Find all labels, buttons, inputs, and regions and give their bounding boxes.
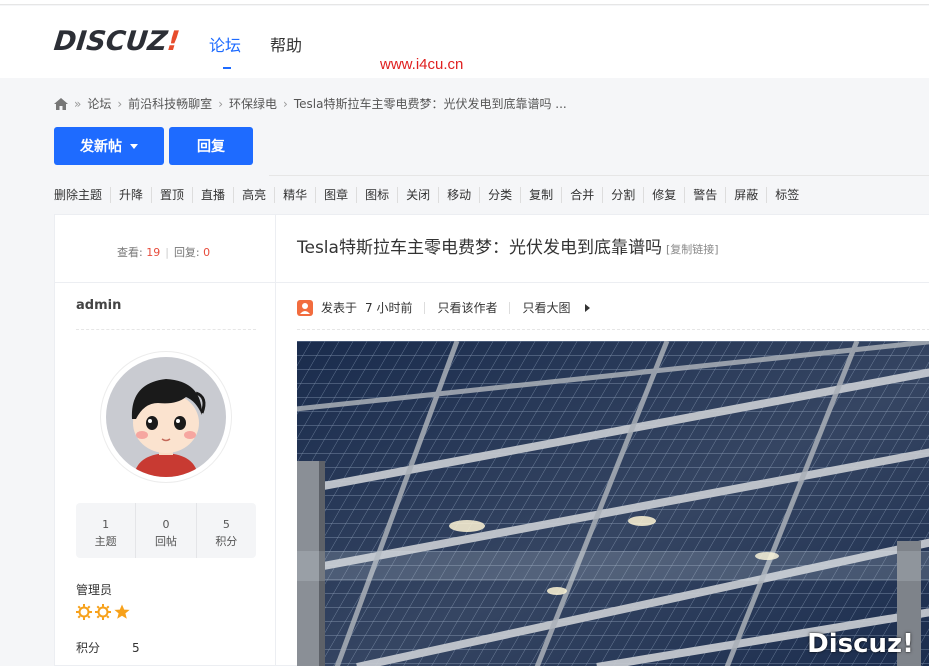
replies-count: 0 <box>203 246 211 259</box>
user-icon <box>297 299 313 316</box>
mod-stamp[interactable]: 图章 <box>315 187 356 203</box>
mod-merge[interactable]: 合并 <box>561 187 602 203</box>
mod-move[interactable]: 移动 <box>438 187 479 203</box>
avatar[interactable] <box>100 351 232 483</box>
logo-mark: ! <box>165 26 182 57</box>
stat-points[interactable]: 5 积分 <box>195 503 256 558</box>
stat-value: 1 <box>102 518 110 531</box>
watermark-url: www.i4cu.cn <box>380 56 464 73</box>
breadcrumb-forum[interactable]: 论坛 <box>87 95 111 112</box>
logo-text: DISCUZ <box>52 26 169 57</box>
breadcrumb-subboard[interactable]: 环保绿电 <box>229 95 277 112</box>
avatar-image <box>106 357 226 477</box>
divider <box>297 329 929 330</box>
meta-separator <box>424 301 426 314</box>
stat-threads[interactable]: 1 主题 <box>76 503 135 558</box>
author-name[interactable]: admin <box>76 298 121 313</box>
mod-close[interactable]: 关闭 <box>397 187 438 203</box>
points-label: 积分 <box>76 641 101 655</box>
new-thread-label: 发新帖 <box>80 139 122 155</box>
mod-stick[interactable]: 置顶 <box>151 187 192 203</box>
posted-label: 发表于 <box>321 301 358 315</box>
moderation-toolbar: 删除主题 升降 置顶 直播 高亮 精华 图章 图标 关闭 移动 分类 复制 合并… <box>54 187 807 203</box>
breadcrumb-chevron: › <box>218 96 223 111</box>
points-value: 5 <box>132 641 140 655</box>
posted-time: 7 小时前 <box>365 301 413 315</box>
post-panel: 查看: 19 | 回复: 0 admin 1 主题 0 回帖 5 积分 管理员 … <box>54 214 929 666</box>
meta-separator <box>509 301 511 314</box>
user-group[interactable]: 管理员 <box>76 581 112 598</box>
post-image[interactable]: Discuz! <box>297 341 929 666</box>
solar-carport-photo <box>297 341 929 666</box>
thread-title-text: Tesla特斯拉车主零电费梦：光伏发电到底靠谱吗 <box>297 238 662 258</box>
sun-icon <box>95 604 111 620</box>
mod-tags[interactable]: 标签 <box>766 187 807 203</box>
mod-split[interactable]: 分割 <box>602 187 643 203</box>
nav-active-indicator <box>223 67 231 69</box>
top-strip <box>0 0 929 5</box>
star-icon <box>114 604 130 619</box>
stat-label: 回帖 <box>154 535 177 548</box>
nav-forum[interactable]: 论坛 <box>209 32 241 56</box>
discuz-logo[interactable]: DISCUZ! <box>52 26 181 57</box>
new-thread-button[interactable]: 发新帖 <box>54 127 164 165</box>
divider <box>269 175 929 176</box>
replies-label: 回复: <box>173 246 200 259</box>
stat-label: 主题 <box>94 535 117 548</box>
post-meta: 发表于 7 小时前 只看该作者 只看大图 <box>297 299 590 316</box>
mod-digest[interactable]: 精华 <box>274 187 315 203</box>
breadcrumb-chevron: › <box>283 96 288 111</box>
stat-posts[interactable]: 0 回帖 <box>135 503 195 558</box>
stat-value: 0 <box>162 518 170 531</box>
breadcrumb-chevron: › <box>117 96 123 111</box>
mod-bump[interactable]: 升降 <box>110 187 151 203</box>
views-count: 19 <box>146 246 161 259</box>
mod-highlight[interactable]: 高亮 <box>233 187 274 203</box>
stat-label: 积分 <box>215 535 238 548</box>
divider <box>76 329 256 330</box>
author-sidebar: 查看: 19 | 回复: 0 admin 1 主题 0 回帖 5 积分 管理员 … <box>55 215 276 666</box>
points-row: 积分 5 <box>76 639 140 656</box>
mod-repair[interactable]: 修复 <box>643 187 684 203</box>
copy-link[interactable]: [复制链接] <box>666 243 719 256</box>
site-header: DISCUZ! 论坛 帮助 <box>0 6 929 78</box>
stat-value: 5 <box>222 518 230 531</box>
mod-warn[interactable]: 警告 <box>684 187 725 203</box>
mod-icon[interactable]: 图标 <box>356 187 397 203</box>
mod-live[interactable]: 直播 <box>192 187 233 203</box>
reply-button[interactable]: 回复 <box>169 127 253 165</box>
author-stats: 1 主题 0 回帖 5 积分 <box>76 503 256 558</box>
triangle-right-icon[interactable] <box>584 303 590 312</box>
thread-title-row: Tesla特斯拉车主零电费梦：光伏发电到底靠谱吗 [复制链接] <box>276 215 929 283</box>
home-icon[interactable] <box>54 97 68 110</box>
caret-down-icon <box>130 143 138 149</box>
breadcrumb-thread[interactable]: Tesla特斯拉车主零电费梦：光伏发电到底靠谱吗 ... <box>294 95 567 112</box>
reply-label: 回复 <box>197 139 225 155</box>
image-watermark: Discuz! <box>807 629 914 659</box>
thread-title: Tesla特斯拉车主零电费梦：光伏发电到底靠谱吗 [复制链接] <box>297 233 719 258</box>
post-content: Tesla特斯拉车主零电费梦：光伏发电到底靠谱吗 [复制链接] 发表于 7 小时前… <box>276 215 929 666</box>
breadcrumb: » 论坛 › 前沿科技畅聊室 › 环保绿电 › Tesla特斯拉车主零电费梦：光… <box>54 95 567 112</box>
nav-help[interactable]: 帮助 <box>270 32 302 56</box>
author-only-link[interactable]: 只看该作者 <box>437 299 497 316</box>
views-label: 查看: <box>117 246 143 259</box>
rank-stars <box>76 604 130 620</box>
large-image-link[interactable]: 只看大图 <box>522 299 570 316</box>
thread-stats-header: 查看: 19 | 回复: 0 <box>55 215 276 283</box>
mod-ban[interactable]: 屏蔽 <box>725 187 766 203</box>
mod-copy[interactable]: 复制 <box>520 187 561 203</box>
mod-category[interactable]: 分类 <box>479 187 520 203</box>
breadcrumb-board[interactable]: 前沿科技畅聊室 <box>128 95 212 112</box>
breadcrumb-separator: » <box>74 96 82 111</box>
mod-delete[interactable]: 删除主题 <box>54 187 110 203</box>
thread-stats: 查看: 19 | 回复: 0 <box>117 246 211 259</box>
sun-icon <box>76 604 92 620</box>
